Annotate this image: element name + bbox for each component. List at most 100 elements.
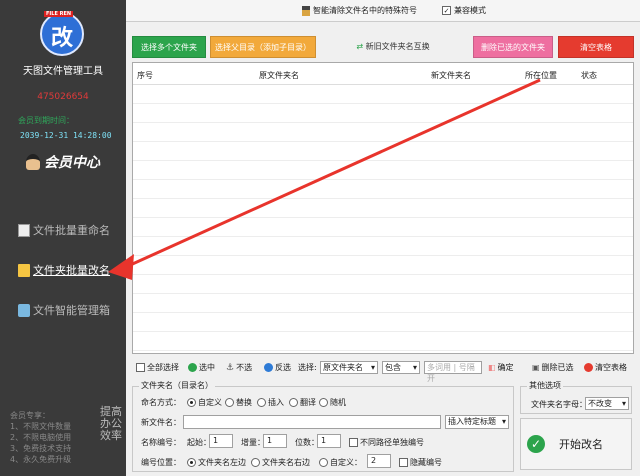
toolbox-icon	[18, 303, 30, 317]
invert-button[interactable]: 反选	[264, 362, 291, 373]
table-body[interactable]	[133, 85, 633, 353]
delete-selected-button[interactable]: ▣ 删除已选	[532, 362, 574, 373]
position-custom-radio[interactable]: 自定义：	[319, 457, 362, 468]
select-button[interactable]: 选中	[188, 362, 215, 373]
col-new-name[interactable]: 新文件夹名	[431, 70, 471, 81]
clear-icon	[584, 363, 593, 372]
nav-file-manager[interactable]: 文件智能管理箱	[18, 302, 110, 318]
case-select[interactable]: 不改变	[585, 397, 629, 410]
radio-dot[interactable]	[289, 398, 298, 407]
col-location[interactable]: 所在位置	[525, 70, 557, 81]
new-name-label: 新文件名：	[141, 418, 181, 427]
position-left-radio[interactable]: 文件夹名左边	[187, 457, 246, 468]
unselect-label: 不选	[236, 363, 253, 372]
select-parent-dir-button[interactable]: 选择父目录（添加子目录）	[210, 36, 316, 58]
keyword-input[interactable]: 多词用 | 号隔开	[424, 361, 482, 383]
swap-label: 新旧文件夹名互换	[365, 42, 430, 51]
compat-label: 兼容模式	[454, 6, 486, 15]
start-input[interactable]: 1	[209, 434, 233, 448]
swap-names-button[interactable]: ⇄ 新旧文件夹名互换	[350, 36, 436, 58]
radio-dot[interactable]	[257, 398, 266, 407]
col-index[interactable]: 序号	[137, 70, 153, 81]
match-mode-select[interactable]: 包含	[382, 361, 420, 374]
compat-checkbox[interactable]: ✓	[442, 6, 451, 15]
check-circle-icon: ✓	[527, 435, 545, 453]
select-multiple-folders-button[interactable]: 选择多个文件夹	[132, 36, 206, 58]
rename-group-title: 文件夹名（目录名）	[139, 380, 215, 391]
document-icon	[18, 223, 30, 237]
mode-replace-radio[interactable]: 替换	[225, 397, 252, 408]
logo-glyph: 改	[50, 25, 73, 51]
select-all-box[interactable]	[136, 363, 145, 372]
start-rename-label: 开始改名	[559, 438, 603, 451]
compat-mode-checkbox[interactable]: ✓ 兼容模式	[442, 5, 486, 16]
member-center-button[interactable]: 会员中心	[26, 152, 100, 172]
nav-folder-rename[interactable]: 文件夹批量改名	[18, 262, 110, 278]
selection-bar: 全部选择 选中 ⚓ 不选 反选 选择: 原文件夹名 包含 多词用 | 号隔开 ◧…	[132, 360, 634, 383]
delete-icon: ▣	[532, 363, 540, 372]
special-chars-label: 智能清除文件名中的特殊符号	[313, 6, 417, 15]
member-avatar-icon	[26, 154, 40, 170]
logo-badge: FILE REN	[44, 11, 74, 17]
custom-position-input[interactable]: 2	[367, 454, 391, 468]
numbering-label: 名称编号：	[141, 438, 181, 447]
radio-dot[interactable]	[251, 458, 260, 467]
separate-numbering-checkbox[interactable]: 不同路径单独编号	[349, 437, 424, 448]
anchor-icon: ⚓	[226, 362, 235, 373]
radio-dot[interactable]	[225, 398, 234, 407]
step-label: 增量：	[241, 438, 265, 447]
col-status[interactable]: 状态	[581, 70, 597, 81]
radio-dot[interactable]	[319, 458, 328, 467]
invert-icon	[264, 363, 273, 372]
delete-selected-folders-button[interactable]: 删除已选的文件夹	[473, 36, 553, 58]
position-text: 文件夹名右边	[262, 458, 310, 467]
radio-dot[interactable]	[187, 398, 196, 407]
separate-numbering-box[interactable]	[349, 438, 358, 447]
mode-random-radio[interactable]: 随机	[319, 397, 346, 408]
radio-dot[interactable]	[319, 398, 328, 407]
mode-insert-radio[interactable]: 插入	[257, 397, 284, 408]
unselect-button[interactable]: ⚓ 不选	[226, 362, 252, 373]
position-text: 自定义：	[330, 458, 362, 467]
app-logo: FILE REN 改	[40, 11, 84, 56]
top-options-bar: 智能清除文件名中的特殊符号 ✓ 兼容模式	[126, 0, 640, 22]
step-input[interactable]: 1	[263, 434, 287, 448]
insert-title-select[interactable]: 插入特定标题	[445, 415, 509, 429]
position-right-radio[interactable]: 文件夹名右边	[251, 457, 310, 468]
mode-custom-radio[interactable]: 自定义	[187, 397, 222, 408]
clear-table-small-button[interactable]: 清空表格	[584, 362, 627, 373]
swap-icon: ⇄	[356, 42, 366, 51]
separate-numbering-label: 不同路径单独编号	[360, 438, 424, 447]
choose-label: 选择:	[298, 363, 317, 372]
hide-numbering-box[interactable]	[399, 458, 408, 467]
select-all-checkbox[interactable]: 全部选择	[136, 362, 179, 373]
start-rename-button[interactable]: ✓ 开始改名	[520, 418, 632, 470]
brush-icon	[302, 5, 310, 16]
promo-line: 4、永久免费升级	[10, 455, 72, 464]
special-chars-option[interactable]: 智能清除文件名中的特殊符号	[302, 5, 417, 16]
choose-field-select[interactable]: 原文件夹名	[320, 361, 378, 374]
folder-table[interactable]: 序号 原文件夹名 新文件夹名 所在位置 状态	[132, 62, 634, 354]
new-name-input[interactable]	[183, 415, 441, 429]
qq-number[interactable]: 475026654	[0, 92, 126, 102]
clear-table-button[interactable]: 清空表格	[558, 36, 634, 58]
promo-text: 会员专享： 1、不限文件数量 2、不限电脑使用 3、免费技术支持 4、永久免费升…	[10, 410, 71, 465]
member-center-label: 会员中心	[44, 155, 100, 171]
position-label: 编号位置：	[141, 458, 181, 467]
invert-label: 反选	[275, 363, 291, 372]
nav-file-rename[interactable]: 文件批量重命名	[18, 222, 110, 238]
app-title: 天图文件管理工具	[23, 66, 103, 77]
radio-dot[interactable]	[187, 458, 196, 467]
digits-input[interactable]: 1	[317, 434, 341, 448]
col-original-name[interactable]: 原文件夹名	[259, 70, 299, 81]
promo-line: 会员专享：	[10, 411, 50, 420]
hide-numbering-checkbox[interactable]: 隐藏编号	[399, 457, 442, 468]
check-circle-icon	[188, 363, 197, 372]
promo-line: 2、不限电脑使用	[10, 433, 72, 442]
mode-translate-radio[interactable]: 翻译	[289, 397, 316, 408]
nav-label: 文件夹批量改名	[33, 264, 110, 277]
confirm-button[interactable]: ◧ 确定	[488, 362, 514, 373]
select-label: 选中	[199, 363, 215, 372]
position-text: 文件夹名左边	[198, 458, 246, 467]
start-label: 起始：	[187, 438, 211, 447]
